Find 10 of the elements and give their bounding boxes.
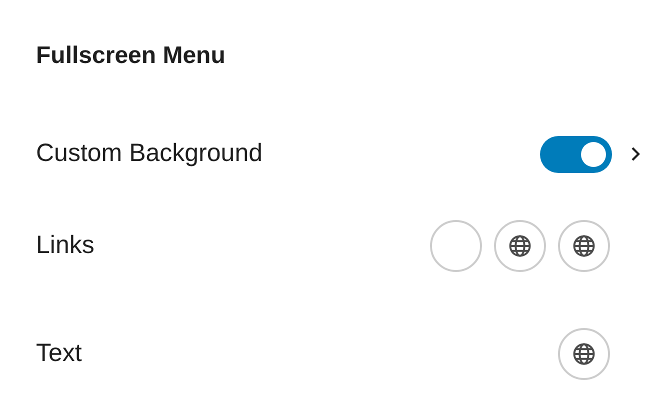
setting-label: Text [36, 338, 82, 370]
chevron-right-icon[interactable] [631, 146, 640, 162]
setting-label: Custom Background [36, 138, 263, 170]
globe-swatch[interactable] [558, 220, 610, 272]
toggle-switch[interactable] [540, 136, 612, 172]
panel-title: Fullscreen Menu [36, 41, 226, 71]
globe-swatch[interactable] [494, 220, 546, 272]
color-swatch[interactable] [430, 220, 482, 272]
globe-swatch[interactable] [558, 328, 610, 380]
setting-label: Links [36, 230, 94, 262]
